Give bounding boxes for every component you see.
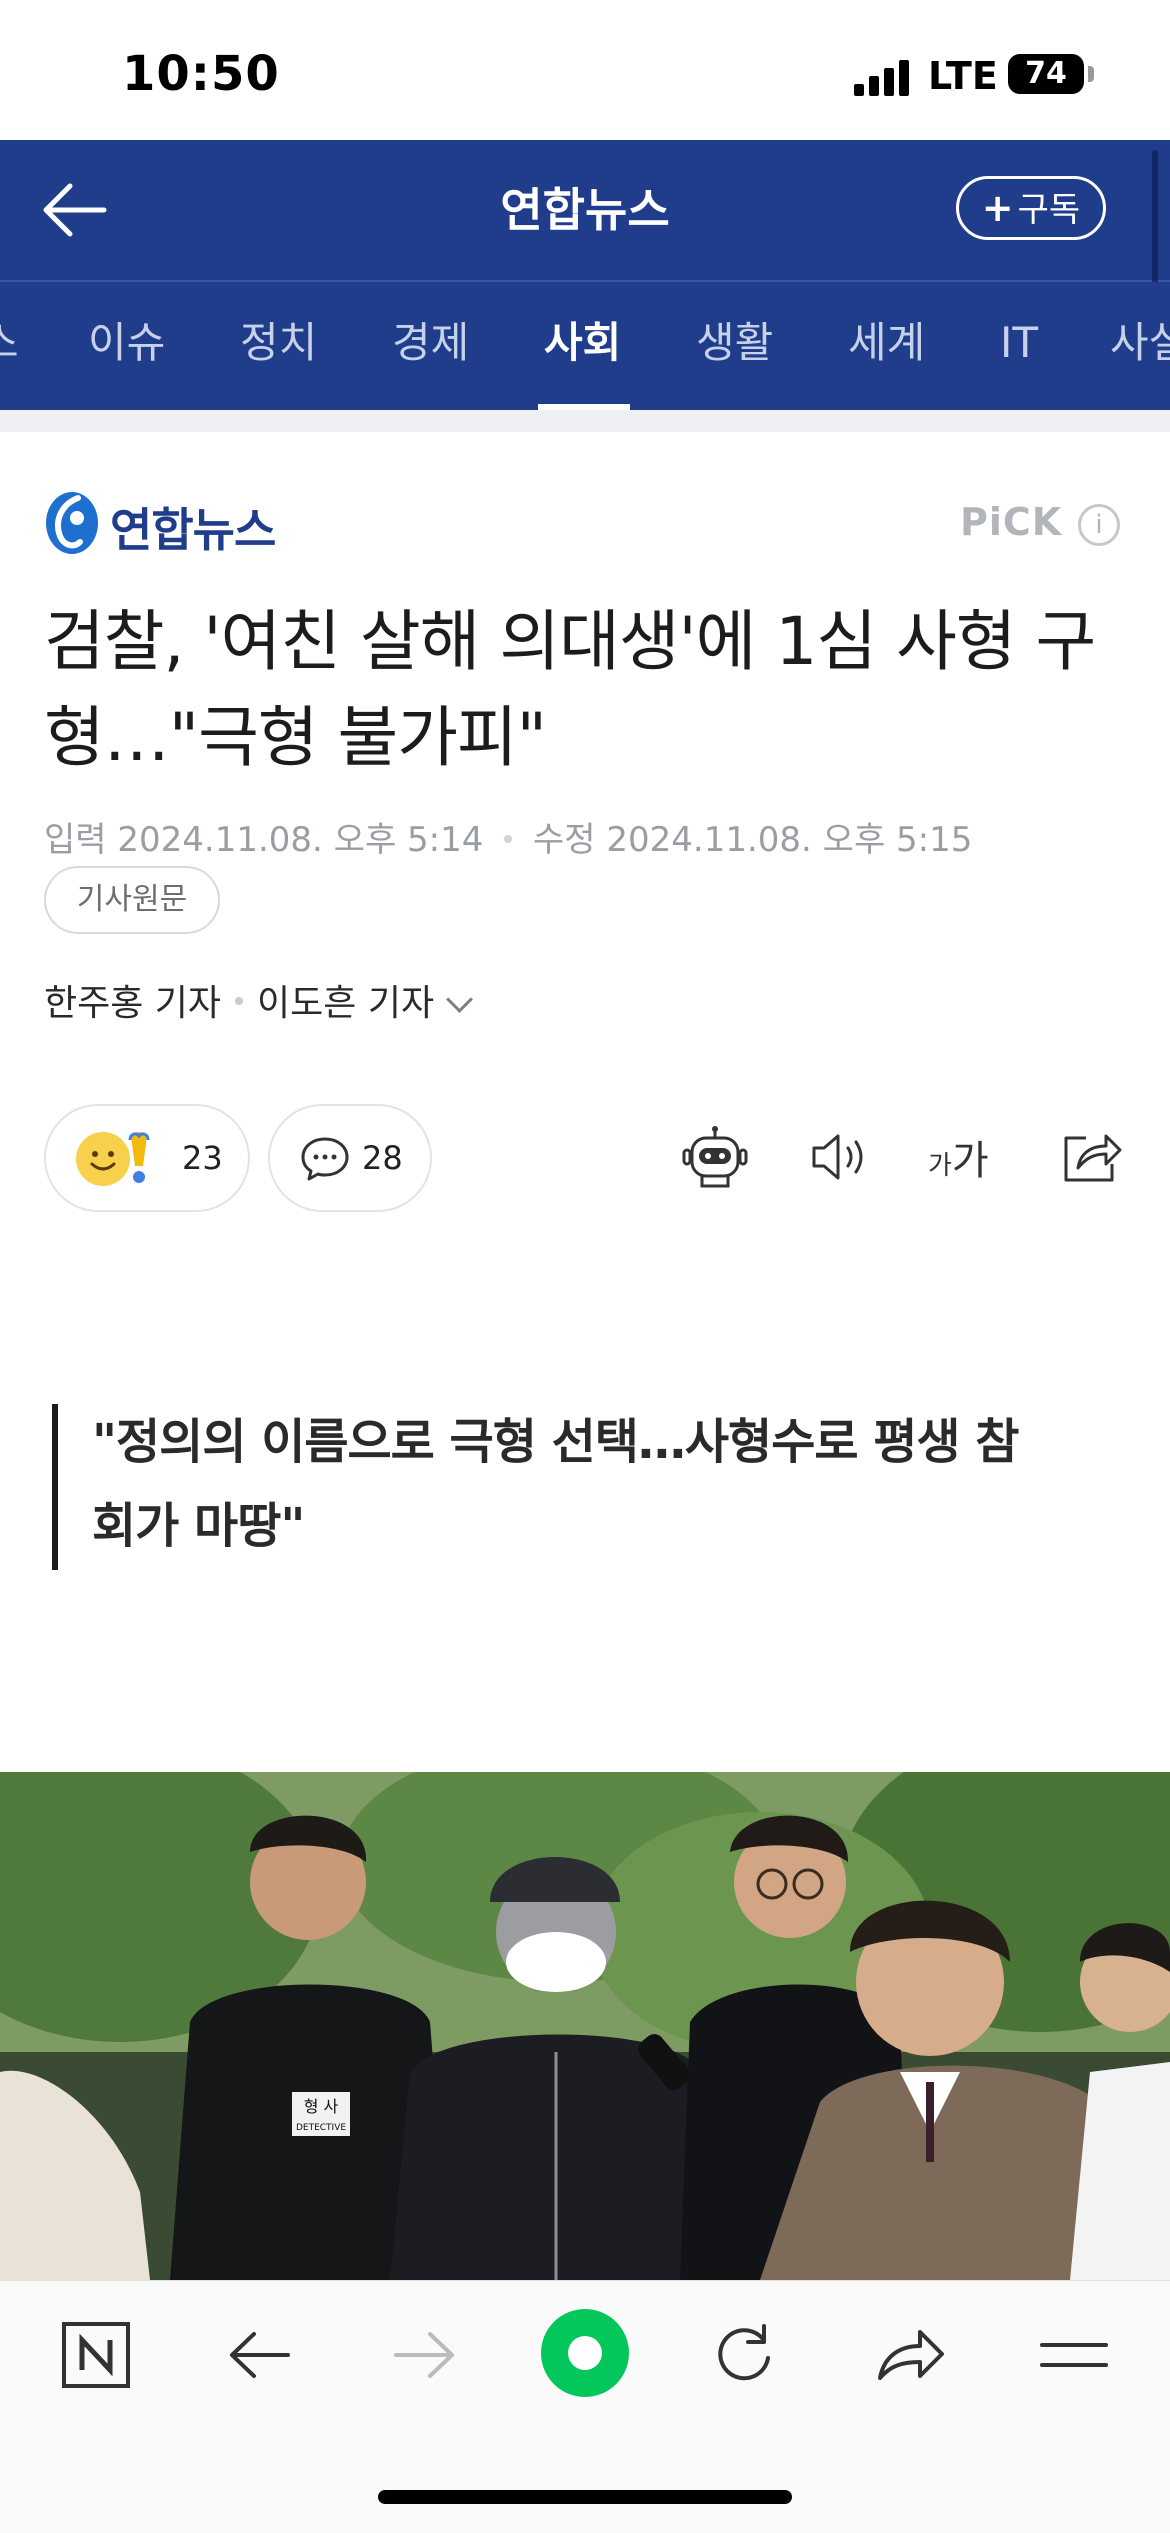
article-subheading-quote: "정의의 이름으로 극형 선택…사형수로 평생 참회가 마땅" <box>92 1414 1019 1554</box>
exclamation-icon <box>128 1132 150 1183</box>
pick-badge: PiCK <box>960 500 1063 544</box>
original-article-button[interactable]: 기사원문 <box>44 866 220 934</box>
comment-count: 28 <box>362 1139 403 1177</box>
vest-badge-subtext: DETECTIVE <box>296 2123 346 2133</box>
article-photo[interactable]: 형 사 DETECTIVE <box>0 1772 1170 2280</box>
reaction-button[interactable]: 23 <box>44 1104 250 1212</box>
naver-home-icon[interactable] <box>56 2318 136 2392</box>
quote-bar <box>52 1404 58 1570</box>
robot-summary-icon[interactable] <box>680 1124 750 1190</box>
input-date: 2024.11.08. 오후 5:14 <box>117 820 484 860</box>
tab-economy[interactable]: 경제 <box>392 282 469 410</box>
tab-partial-left[interactable]: 스 <box>0 282 19 410</box>
section-separator <box>0 410 1170 432</box>
subscribe-label: 구독 <box>1017 190 1081 230</box>
font-size-icon[interactable]: 가가 <box>928 1128 989 1186</box>
yonhap-logo-icon <box>46 492 98 554</box>
smile-emoji-icon <box>76 1132 130 1186</box>
status-time: 10:50 <box>122 46 280 102</box>
refresh-icon[interactable] <box>706 2318 786 2392</box>
home-indicator[interactable] <box>378 2490 792 2504</box>
reporter-name[interactable]: 이도흔 기자 <box>257 983 434 1024</box>
tab-politics[interactable]: 정치 <box>240 282 317 410</box>
tab-editorial[interactable]: 사설 <box>1110 282 1170 410</box>
forward-icon[interactable] <box>384 2318 464 2392</box>
category-tabs: 스 이슈 정치 경제 사회 생활 세계 IT 사설 <box>0 282 1170 410</box>
share-icon[interactable] <box>1056 1124 1126 1190</box>
comment-icon <box>301 1137 349 1181</box>
input-label: 입력 <box>44 820 107 860</box>
article-headline: 검찰, '여친 살해 의대생'에 1심 사형 구형…"극형 불가피" <box>44 603 1096 776</box>
back-icon[interactable] <box>220 2318 300 2392</box>
reporter-line[interactable]: 한주홍 기자 이도흔 기자 <box>44 974 474 1026</box>
app-header: 연합뉴스 + 구독 <box>0 140 1170 280</box>
chevron-down-icon[interactable] <box>446 986 474 1013</box>
network-label: LTE <box>928 54 998 98</box>
battery-level: 74 <box>1025 56 1067 91</box>
comment-button[interactable]: 28 <box>268 1104 432 1212</box>
edit-label: 수정 <box>533 820 596 860</box>
info-icon[interactable]: i <box>1078 504 1120 546</box>
battery-icon: 74 <box>1008 54 1084 94</box>
edit-date: 2024.11.08. 오후 5:15 <box>606 820 973 860</box>
article-dates: 입력 2024.11.08. 오후 5:14 수정 2024.11.08. 오후… <box>44 812 972 861</box>
tab-it[interactable]: IT <box>1000 282 1038 410</box>
menu-icon[interactable] <box>1034 2318 1114 2392</box>
speaker-icon[interactable] <box>806 1124 876 1190</box>
status-bar: 10:50 LTE 74 <box>0 0 1170 140</box>
font-size-small: 가 <box>928 1151 952 1181</box>
font-size-large: 가 <box>951 1138 989 1184</box>
tab-life[interactable]: 생활 <box>696 282 773 410</box>
photo-illustration: 형 사 DETECTIVE <box>0 1772 1170 2280</box>
green-dot-button[interactable] <box>538 2306 632 2400</box>
press-name: 연합뉴스 <box>110 503 276 557</box>
vest-badge-text: 형 사 <box>304 2097 339 2116</box>
battery-cap <box>1088 66 1094 82</box>
plus-icon: + <box>981 186 1014 230</box>
subscribe-button[interactable]: + 구독 <box>956 176 1106 240</box>
reaction-count: 23 <box>182 1139 223 1177</box>
signal-icon <box>854 58 914 96</box>
date-separator <box>504 834 513 843</box>
tab-issue[interactable]: 이슈 <box>88 282 165 410</box>
reporter-separator <box>235 997 244 1005</box>
share-arrow-icon[interactable] <box>870 2318 950 2392</box>
tab-world[interactable]: 세계 <box>848 282 925 410</box>
tab-society[interactable]: 사회 <box>544 282 621 410</box>
reporter-name[interactable]: 한주홍 기자 <box>44 983 221 1024</box>
